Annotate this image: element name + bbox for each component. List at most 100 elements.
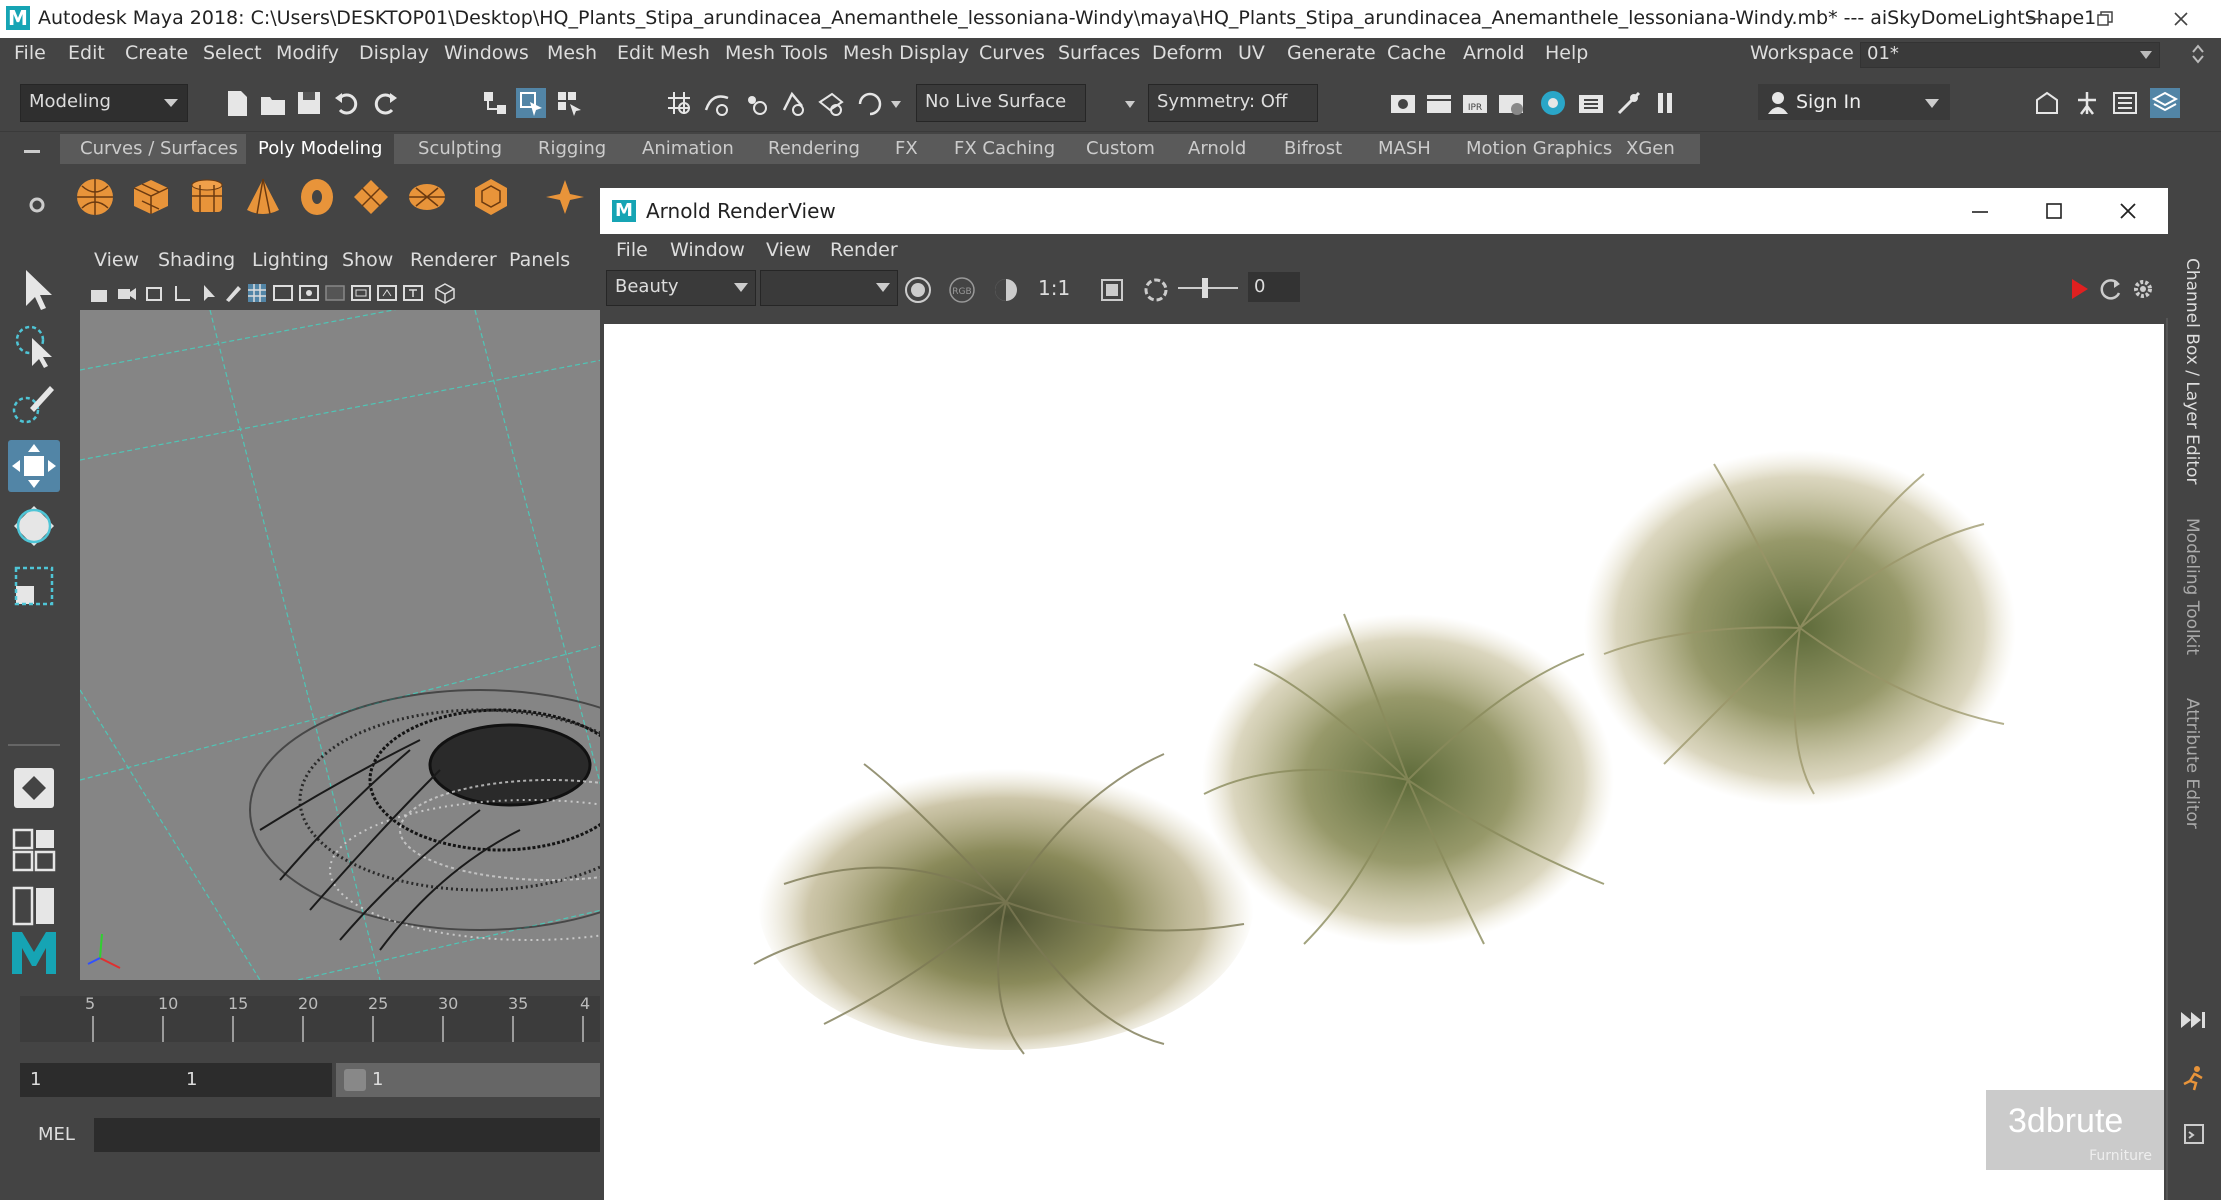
sweep-mesh-icon[interactable] bbox=[544, 176, 586, 218]
attribute-editor-icon[interactable] bbox=[2110, 88, 2140, 118]
chevron-down-icon[interactable] bbox=[1124, 100, 1136, 110]
chevron-down-icon[interactable] bbox=[890, 100, 902, 110]
poly-cone-icon[interactable] bbox=[242, 176, 284, 218]
menu-arnold[interactable]: Arnold bbox=[1463, 42, 1524, 64]
select-component-icon[interactable] bbox=[554, 88, 584, 118]
select-camera-icon[interactable] bbox=[88, 282, 110, 304]
poly-cube-icon[interactable] bbox=[130, 176, 172, 218]
tab-attribute-editor[interactable]: Attribute Editor bbox=[2182, 698, 2202, 829]
menu-edit-mesh[interactable]: Edit Mesh bbox=[617, 42, 710, 64]
menu-mesh-display[interactable]: Mesh Display bbox=[843, 42, 969, 64]
persp-outliner-layout-icon[interactable] bbox=[8, 880, 60, 932]
safe-title-icon[interactable] bbox=[402, 282, 424, 304]
range-bar[interactable]: 1 bbox=[336, 1063, 636, 1097]
restore-button[interactable] bbox=[2074, 0, 2136, 38]
gate-mask-icon[interactable] bbox=[324, 282, 346, 304]
rv-menu-view[interactable]: View bbox=[766, 239, 811, 261]
shelf-menu-icon[interactable] bbox=[24, 150, 40, 156]
menu-display[interactable]: Display bbox=[359, 42, 429, 64]
close-button[interactable] bbox=[2150, 0, 2212, 38]
tab-fx[interactable]: FX bbox=[883, 134, 930, 164]
anim-prefs-running-icon[interactable] bbox=[2180, 1064, 2208, 1092]
tab-channel-box[interactable]: Channel Box / Layer Editor bbox=[2182, 258, 2202, 484]
move-tool-icon[interactable] bbox=[8, 440, 60, 492]
menu-help[interactable]: Help bbox=[1545, 42, 1588, 64]
crop-region-icon[interactable] bbox=[1096, 274, 1128, 306]
gear-icon[interactable] bbox=[28, 196, 46, 214]
rv-menu-window[interactable]: Window bbox=[670, 239, 745, 261]
poly-sphere-icon[interactable] bbox=[74, 176, 116, 218]
menu-edit[interactable]: Edit bbox=[68, 42, 105, 64]
menu-curves[interactable]: Curves bbox=[979, 42, 1045, 64]
grid-toggle-icon[interactable] bbox=[246, 282, 268, 304]
viewport-menu-view[interactable]: View bbox=[94, 249, 139, 271]
exposure-slider-handle[interactable] bbox=[1202, 278, 1208, 298]
tab-arnold[interactable]: Arnold bbox=[1176, 134, 1258, 164]
modeling-toolkit-icon[interactable] bbox=[2032, 88, 2062, 118]
aov-dropdown[interactable]: Beauty bbox=[606, 270, 756, 306]
time-slider[interactable]: 5 10 15 20 25 30 35 4 bbox=[0, 990, 600, 1048]
minimize-button[interactable] bbox=[2004, 0, 2066, 38]
tab-sculpting[interactable]: Sculpting bbox=[406, 134, 514, 164]
bookmark-icon[interactable] bbox=[144, 282, 166, 304]
viewport-menu-renderer[interactable]: Renderer bbox=[410, 249, 497, 271]
snap-view-plane-icon[interactable] bbox=[816, 88, 846, 118]
poly-cylinder-icon[interactable] bbox=[186, 176, 228, 218]
menu-modify[interactable]: Modify bbox=[276, 42, 339, 64]
pause-viewport-icon[interactable] bbox=[1650, 88, 1680, 118]
tab-animation[interactable]: Animation bbox=[630, 134, 746, 164]
four-view-layout-icon[interactable] bbox=[8, 824, 60, 876]
rv-menu-render[interactable]: Render bbox=[830, 239, 898, 261]
make-live-icon[interactable] bbox=[854, 88, 884, 118]
menu-create[interactable]: Create bbox=[125, 42, 188, 64]
sign-in-button[interactable]: Sign In bbox=[1758, 84, 1950, 120]
exposure-slider-track[interactable] bbox=[1178, 287, 1238, 289]
poly-platonic-icon[interactable] bbox=[470, 176, 512, 218]
render-play-icon[interactable] bbox=[2066, 276, 2092, 302]
resolution-gate-icon[interactable] bbox=[298, 282, 320, 304]
render-current-frame-icon[interactable] bbox=[1424, 88, 1454, 118]
undo-icon[interactable] bbox=[332, 88, 362, 118]
film-gate-icon[interactable] bbox=[272, 282, 294, 304]
light-editor-icon[interactable] bbox=[1614, 88, 1644, 118]
select-object-icon[interactable] bbox=[516, 88, 546, 118]
start-time-field[interactable]: 1 bbox=[20, 1063, 176, 1097]
workspace-dropdown[interactable]: 01* bbox=[1860, 42, 2160, 68]
viewport-menu-panels[interactable]: Panels bbox=[509, 249, 570, 271]
select-tool-icon[interactable] bbox=[8, 262, 60, 314]
menuset-dropdown[interactable]: Modeling bbox=[20, 84, 188, 122]
rotate-tool-icon[interactable] bbox=[8, 500, 60, 552]
menu-mesh-tools[interactable]: Mesh Tools bbox=[725, 42, 828, 64]
tab-fx-caching[interactable]: FX Caching bbox=[942, 134, 1067, 164]
character-controls-icon[interactable] bbox=[2072, 88, 2102, 118]
redo-icon[interactable] bbox=[370, 88, 400, 118]
menu-generate[interactable]: Generate bbox=[1287, 42, 1376, 64]
menu-file[interactable]: File bbox=[14, 42, 46, 64]
tab-curves-surfaces[interactable]: Curves / Surfaces bbox=[68, 134, 250, 164]
camera-attributes-icon[interactable] bbox=[116, 282, 138, 304]
viewport-menu-shading[interactable]: Shading bbox=[158, 249, 235, 271]
render-canvas[interactable]: 3dbrute Furniture bbox=[604, 324, 2164, 1200]
render-setup-icon[interactable] bbox=[1576, 88, 1606, 118]
select-hierarchy-icon[interactable] bbox=[480, 88, 510, 118]
menu-uv[interactable]: UV bbox=[1238, 42, 1265, 64]
snap-grid-icon[interactable] bbox=[664, 88, 694, 118]
menu-windows[interactable]: Windows bbox=[444, 42, 529, 64]
tab-custom[interactable]: Custom bbox=[1074, 134, 1167, 164]
new-scene-icon[interactable] bbox=[222, 88, 252, 118]
tab-bifrost[interactable]: Bifrost bbox=[1272, 134, 1354, 164]
render-view-settings-icon[interactable] bbox=[1496, 88, 1526, 118]
viewport-3d[interactable] bbox=[80, 310, 602, 980]
mel-input[interactable] bbox=[94, 1118, 600, 1152]
tab-rendering[interactable]: Rendering bbox=[756, 134, 872, 164]
poly-plane-icon[interactable] bbox=[350, 176, 392, 218]
poly-torus-icon[interactable] bbox=[296, 176, 338, 218]
single-perspective-layout-icon[interactable] bbox=[8, 762, 60, 814]
tab-modeling-toolkit[interactable]: Modeling Toolkit bbox=[2182, 518, 2202, 655]
anim-start-field[interactable]: 1 bbox=[176, 1063, 332, 1097]
menu-surfaces[interactable]: Surfaces bbox=[1058, 42, 1140, 64]
image-plane-icon[interactable] bbox=[172, 282, 194, 304]
tab-xgen[interactable]: XGen bbox=[1614, 134, 1687, 164]
scroll-arrows-icon[interactable] bbox=[2190, 44, 2206, 64]
viewport-menu-lighting[interactable]: Lighting bbox=[252, 249, 329, 271]
